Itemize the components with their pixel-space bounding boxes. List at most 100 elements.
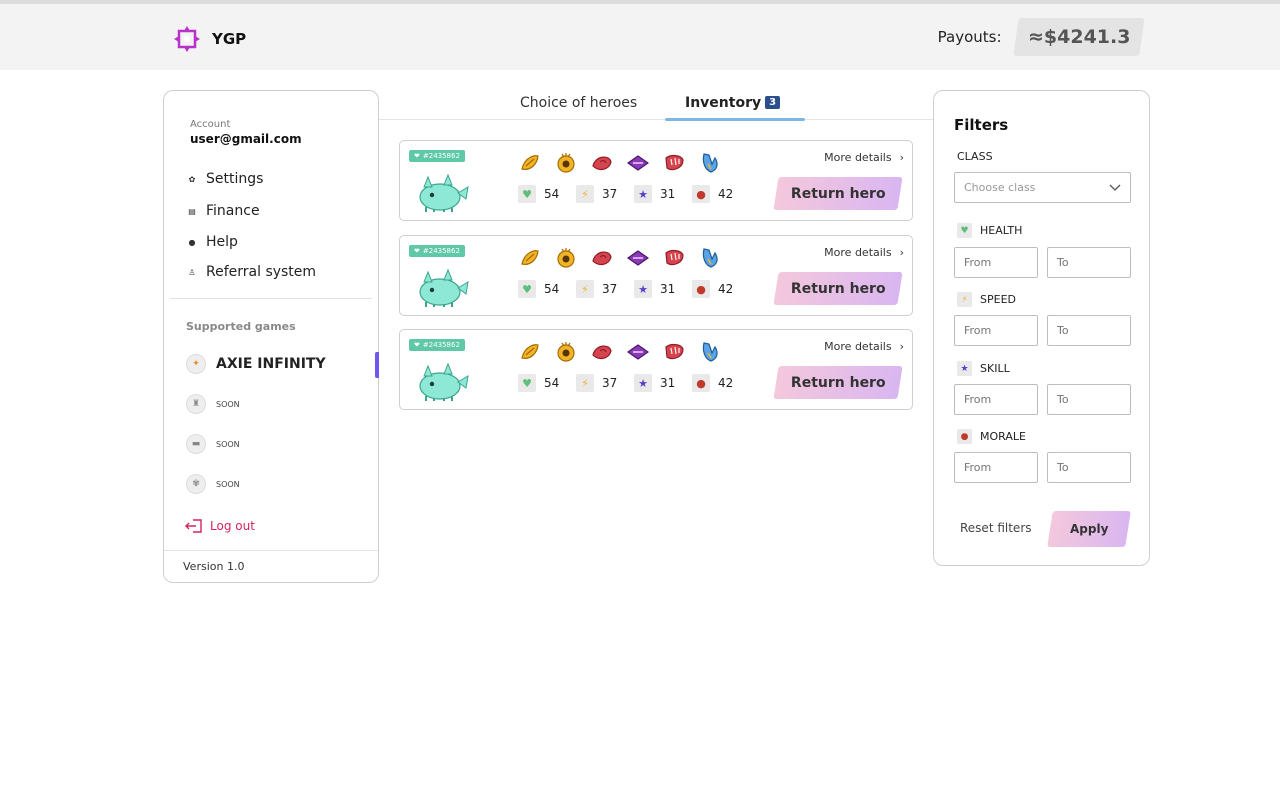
- hero-card: ❤ #2435862 ♥ 54 ⚡ 37 ★ 31 ● 42 More details …: [399, 235, 913, 316]
- sidebar-item-label: Help: [206, 234, 238, 250]
- active-indicator: [375, 352, 379, 378]
- supported-games-label: Supported games: [186, 320, 296, 333]
- skill-icon: ★: [957, 361, 972, 376]
- return-hero-button[interactable]: Return hero: [773, 177, 903, 210]
- game-item-soon-2[interactable]: ▬ SOON: [186, 434, 240, 454]
- sidebar-item-finance[interactable]: ▤ Finance: [188, 203, 260, 219]
- game-item-soon-1[interactable]: ♜ SOON: [186, 394, 240, 414]
- game-name: AXIE INFINITY: [216, 356, 326, 372]
- apply-button[interactable]: Apply: [1047, 511, 1131, 547]
- health-icon: ♥: [957, 223, 972, 238]
- chevron-down-icon: [1109, 184, 1121, 191]
- chevron-right-icon: ›: [899, 151, 904, 164]
- game-item-soon-3[interactable]: ✾ SOON: [186, 474, 240, 494]
- filter-stat-name: HEALTH: [980, 224, 1023, 237]
- hero-card: ❤ #2435862 ♥ 54 ⚡ 37 ★ 31 ● 42 More details …: [399, 329, 913, 410]
- morale-icon: ●: [692, 185, 710, 203]
- skill-to-input[interactable]: [1047, 384, 1131, 415]
- part-ears-icon: [554, 151, 578, 175]
- morale-icon: ●: [692, 374, 710, 392]
- morale-icon: ●: [957, 429, 972, 444]
- app-header: YGP Payouts: ≈$4241.3: [0, 4, 1280, 70]
- hero-stats: ♥ 54 ⚡ 37 ★ 31 ● 42: [518, 280, 736, 298]
- account-label: Account: [190, 119, 231, 130]
- axie-mark-icon: ❤: [414, 152, 420, 160]
- stat-value: 54: [544, 376, 560, 390]
- speed-to-input[interactable]: [1047, 315, 1131, 346]
- payouts-value: ≈$4241.3: [1027, 26, 1130, 48]
- sidebar-item-label: Settings: [206, 171, 264, 187]
- stat-value: 42: [718, 187, 734, 201]
- more-details-link[interactable]: More details ›: [824, 151, 904, 164]
- stat-value: 31: [660, 376, 676, 390]
- part-eyes-icon: [518, 246, 542, 270]
- more-details-link[interactable]: More details ›: [824, 246, 904, 259]
- return-hero-button[interactable]: Return hero: [773, 272, 903, 305]
- sidebar-item-label: Referral system: [206, 264, 317, 280]
- morale-from-input[interactable]: [954, 452, 1038, 483]
- stat-speed: ⚡ 37: [576, 185, 620, 203]
- part-ears-icon: [554, 246, 578, 270]
- stat-value: 54: [544, 187, 560, 201]
- class-select[interactable]: Choose class: [954, 172, 1131, 203]
- stat-skill: ★ 31: [634, 374, 678, 392]
- tab-inventory[interactable]: Inventory 3: [685, 95, 781, 111]
- filter-stat-name: MORALE: [980, 430, 1026, 443]
- logout-button[interactable]: Log out: [184, 518, 255, 534]
- sidebar: Account user@gmail.com ✿ Settings ▤ Fina…: [163, 90, 379, 583]
- axie-mark-icon: ❤: [414, 247, 420, 255]
- sidebar-item-help[interactable]: ● Help: [188, 234, 238, 250]
- game-name: SOON: [216, 399, 240, 409]
- tabs-divider: [379, 119, 933, 120]
- tab-label: Inventory: [685, 95, 762, 111]
- stat-health: ♥ 54: [518, 280, 562, 298]
- more-details-link[interactable]: More details ›: [824, 340, 904, 353]
- health-filter-label: ♥ HEALTH: [957, 223, 1022, 238]
- stat-value: 42: [718, 282, 734, 296]
- speed-from-input[interactable]: [954, 315, 1038, 346]
- speed-filter-label: ⚡ SPEED: [957, 292, 1016, 307]
- part-mouth-icon: [626, 340, 650, 364]
- part-horn-icon: [662, 151, 686, 175]
- part-eyes-icon: [518, 151, 542, 175]
- tab-choice-of-heroes[interactable]: Choice of heroes: [520, 95, 637, 111]
- reset-filters-button[interactable]: Reset filters: [960, 521, 1032, 535]
- skill-icon: ★: [634, 374, 652, 392]
- part-mouth-icon: [626, 151, 650, 175]
- part-horn-icon: [662, 246, 686, 270]
- filter-stat-name: SKILL: [980, 362, 1010, 375]
- filter-stat-name: SPEED: [980, 293, 1016, 306]
- speed-icon: ⚡: [957, 292, 972, 307]
- health-to-input[interactable]: [1047, 247, 1131, 278]
- game-name: SOON: [216, 479, 240, 489]
- speed-icon: ⚡: [576, 280, 594, 298]
- hero-stats: ♥ 54 ⚡ 37 ★ 31 ● 42: [518, 185, 736, 203]
- class-select-placeholder: Choose class: [964, 181, 1036, 194]
- brand-logo[interactable]: YGP: [172, 24, 246, 54]
- divider: [164, 550, 378, 551]
- part-back-icon: [590, 151, 614, 175]
- return-hero-button[interactable]: Return hero: [773, 366, 903, 399]
- skill-from-input[interactable]: [954, 384, 1038, 415]
- stat-value: 31: [660, 282, 676, 296]
- return-hero-label: Return hero: [790, 185, 886, 202]
- hero-id-badge: ❤ #2435862: [409, 245, 465, 257]
- health-from-input[interactable]: [954, 247, 1038, 278]
- hero-stats: ♥ 54 ⚡ 37 ★ 31 ● 42: [518, 374, 736, 392]
- game-item-axie-infinity[interactable]: ✦ AXIE INFINITY: [186, 354, 326, 374]
- hero-id-badge: ❤ #2435862: [409, 339, 465, 351]
- part-eyes-icon: [518, 340, 542, 364]
- hero-id: #2435862: [422, 152, 460, 160]
- sidebar-item-referral[interactable]: ♙ Referral system: [188, 264, 316, 280]
- gear-icon: ✿: [188, 174, 196, 184]
- health-icon: ♥: [518, 280, 536, 298]
- hero-id: #2435862: [422, 341, 460, 349]
- active-tab-underline: [665, 118, 805, 121]
- logo-text: YGP: [212, 30, 247, 48]
- sidebar-item-settings[interactable]: ✿ Settings: [188, 171, 264, 187]
- help-icon: ●: [188, 237, 196, 247]
- ygp-logo-icon: [174, 26, 200, 52]
- morale-to-input[interactable]: [1047, 452, 1131, 483]
- sidebar-item-label: Finance: [206, 203, 260, 219]
- part-mouth-icon: [626, 246, 650, 270]
